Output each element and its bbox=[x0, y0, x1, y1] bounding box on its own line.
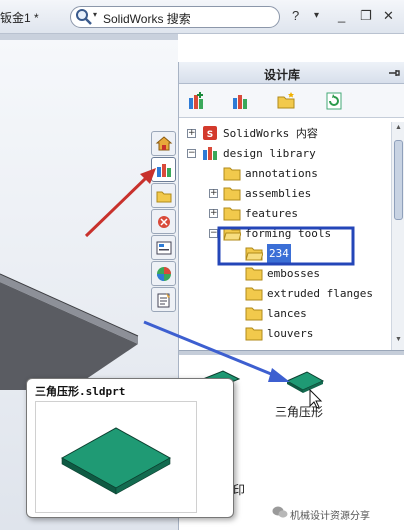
library-item-label[interactable]: 三角压形 bbox=[275, 403, 323, 420]
folder-icon bbox=[245, 267, 263, 281]
wechat-icon bbox=[272, 506, 288, 518]
tooltip-filename: 三角压形.sldprt bbox=[35, 385, 126, 398]
collapse-toggle[interactable]: − bbox=[209, 229, 218, 238]
panel-title: 设计库 bbox=[263, 68, 300, 82]
tab-appearances[interactable] bbox=[151, 261, 176, 286]
refresh-button[interactable] bbox=[323, 90, 345, 112]
search-placeholder: SolidWorks 搜索 bbox=[103, 12, 191, 26]
title-bar: 钣金1 * ▾ SolidWorks 搜索 ? ▾ _ ❐ ✕ bbox=[0, 0, 404, 34]
tree-item-louvers[interactable]: louvers bbox=[179, 324, 391, 343]
folder-icon bbox=[223, 187, 241, 201]
tree-item-234[interactable]: 234 bbox=[179, 244, 391, 263]
tree-item-forming-tools[interactable]: − forming tools bbox=[179, 224, 391, 243]
folder-icon bbox=[245, 327, 263, 341]
add-to-library-icon bbox=[189, 92, 203, 109]
scroll-thumb[interactable] bbox=[394, 140, 403, 220]
tab-design-library[interactable] bbox=[151, 157, 176, 182]
close-button[interactable]: ✕ bbox=[383, 8, 394, 24]
white-overlay-blob bbox=[268, 440, 330, 512]
triangle-press-thumbnail[interactable] bbox=[283, 369, 327, 395]
document-title: 钣金1 * bbox=[0, 11, 39, 25]
design-library-icon bbox=[156, 163, 171, 177]
folder-icon bbox=[156, 191, 171, 202]
tree-item-lances[interactable]: lances bbox=[179, 304, 391, 323]
folder-icon bbox=[223, 207, 241, 221]
minimize-button[interactable]: _ bbox=[338, 8, 345, 24]
tree-item-extruded-flanges[interactable]: extruded flanges bbox=[179, 284, 391, 303]
library-item-label-partial: 印 bbox=[233, 483, 246, 497]
svg-text:S: S bbox=[207, 130, 213, 140]
design-library-icon bbox=[203, 147, 217, 160]
tree-scrollbar[interactable]: ▲ ▼ bbox=[391, 122, 404, 350]
tree-item-annotations[interactable]: annotations bbox=[179, 164, 391, 183]
scroll-up-icon[interactable]: ▲ bbox=[394, 124, 403, 134]
viewport-edge bbox=[0, 34, 178, 40]
tab-view-palette[interactable] bbox=[151, 235, 176, 260]
pin-icon[interactable] bbox=[387, 66, 401, 80]
library-tree: + S SolidWorks 内容 − design library annot… bbox=[179, 122, 391, 350]
help-button[interactable]: ? bbox=[292, 8, 299, 24]
tree-item-features[interactable]: + features bbox=[179, 204, 391, 223]
custom-properties-icon bbox=[157, 292, 170, 307]
help-menu-button[interactable]: ▾ bbox=[314, 8, 319, 24]
solidworks-content-icon: S bbox=[203, 126, 217, 140]
folder-icon bbox=[245, 307, 263, 321]
home-icon bbox=[155, 135, 172, 150]
expand-toggle[interactable]: + bbox=[209, 189, 218, 198]
refresh-icon bbox=[326, 92, 342, 110]
tree-item-design-library[interactable]: − design library bbox=[179, 144, 391, 163]
open-folder-icon bbox=[223, 227, 241, 241]
expand-toggle[interactable]: + bbox=[187, 129, 196, 138]
tree-item-embosses[interactable]: embosses bbox=[179, 264, 391, 283]
appearances-icon bbox=[156, 266, 171, 281]
tab-home[interactable] bbox=[151, 131, 176, 156]
add-to-library-button[interactable] bbox=[185, 90, 207, 112]
panel-header: 设计库 bbox=[179, 62, 404, 84]
chevron-down-icon[interactable]: ▾ bbox=[93, 10, 97, 19]
tree-item-assemblies[interactable]: + assemblies bbox=[179, 184, 391, 203]
part-preview-image bbox=[60, 427, 172, 495]
view-palette-icon bbox=[156, 241, 171, 254]
tab-file-explorer[interactable] bbox=[151, 183, 176, 208]
new-folder-button[interactable] bbox=[275, 90, 297, 112]
tree-item-solidworks-content[interactable]: + S SolidWorks 内容 bbox=[179, 124, 391, 143]
tab-custom-properties[interactable] bbox=[151, 287, 176, 312]
collapse-toggle[interactable]: − bbox=[187, 149, 196, 158]
search-icon bbox=[76, 9, 92, 25]
add-file-location-button[interactable] bbox=[229, 90, 251, 112]
scroll-down-icon[interactable]: ▼ bbox=[394, 336, 403, 346]
library-toolbar bbox=[179, 84, 404, 118]
restore-button[interactable]: ❐ bbox=[360, 8, 372, 24]
tab-3d-content[interactable] bbox=[151, 209, 176, 234]
folder-icon bbox=[223, 167, 241, 181]
3d-content-icon bbox=[157, 215, 170, 228]
add-file-location-icon bbox=[233, 95, 247, 109]
folder-icon bbox=[245, 287, 263, 301]
watermark-text: 机械设计资源分享 bbox=[290, 511, 370, 522]
expand-toggle[interactable]: + bbox=[209, 209, 218, 218]
search-input[interactable]: ▾ SolidWorks 搜索 bbox=[70, 6, 280, 28]
new-folder-icon bbox=[277, 92, 295, 109]
open-folder-icon bbox=[245, 247, 263, 261]
file-preview-tooltip: 三角压形.sldprt bbox=[26, 378, 234, 518]
tooltip-preview-image bbox=[35, 401, 197, 513]
